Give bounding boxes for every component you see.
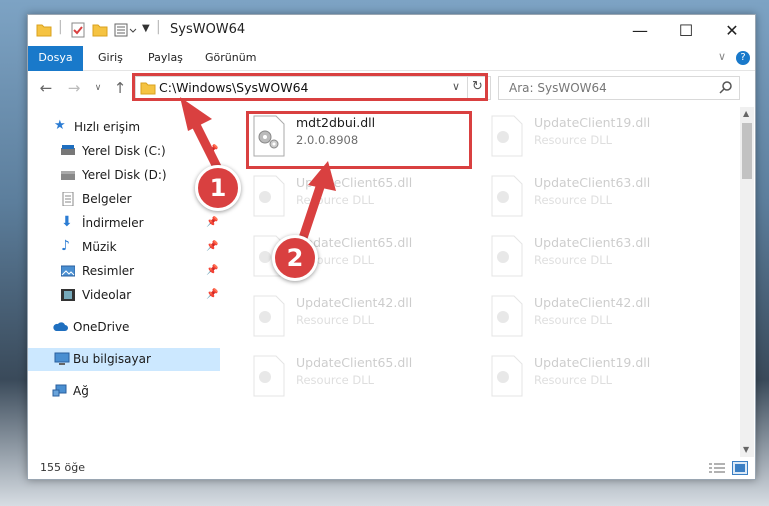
step-badge-2: 2 bbox=[272, 235, 318, 281]
annotation-arrows bbox=[180, 97, 336, 252]
explorer-window: | ▼ | SysWOW64 — ☐ ✕ Dosya Giriş Paylaş … bbox=[27, 14, 756, 480]
step-badge-1: 1 bbox=[195, 165, 241, 211]
